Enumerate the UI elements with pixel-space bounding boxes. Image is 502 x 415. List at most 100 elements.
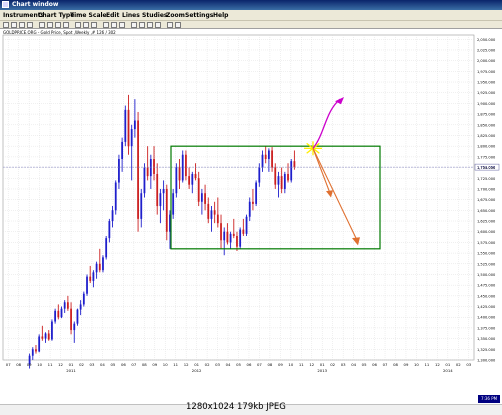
x-tick-label: 10: [288, 362, 293, 367]
candle-body: [76, 309, 79, 324]
bearish-arrow-head-2: [352, 237, 360, 246]
chart-area[interactable]: 1,751.056 2,050.000 2,025.000 2,000.000 1,9…: [0, 29, 502, 404]
x-tick-label: 02: [79, 362, 84, 367]
menu-time-scale[interactable]: Time Scale: [70, 10, 107, 21]
scroll-left-icon[interactable]: [167, 22, 173, 28]
candle-body: [153, 159, 155, 174]
candle-body: [146, 167, 149, 177]
menu-help[interactable]: Help: [213, 10, 228, 21]
menu-chart-type[interactable]: Chart Type: [38, 10, 74, 21]
bar-chart-icon[interactable]: [75, 22, 81, 28]
y-tick-label: 1,800.000: [477, 145, 496, 149]
price-chart[interactable]: 1,751.056 2,050.0002,025.0002,000.0001,9…: [0, 29, 502, 404]
scroll-right-icon[interactable]: [175, 22, 181, 28]
x-tick-label: 12: [184, 362, 189, 367]
candle-body: [264, 154, 267, 160]
candle-body: [175, 167, 178, 194]
candle-body: [255, 182, 258, 204]
x-tick-label: 11: [173, 362, 178, 367]
candle-body: [35, 349, 37, 352]
x-year-label: 2012: [192, 368, 202, 373]
y-tick-label: 1,400.000: [477, 316, 496, 320]
line-chart-icon[interactable]: [91, 22, 97, 28]
x-tick-label: 11: [299, 362, 304, 367]
bearish-arrow-line-2: [312, 148, 358, 241]
candle-body: [159, 193, 162, 207]
candle-body: [82, 293, 85, 305]
candle-body: [57, 310, 60, 318]
y-tick-label: 1,425.000: [477, 305, 496, 309]
candle-body: [44, 333, 47, 339]
x-tick-label: 10: [414, 362, 419, 367]
candle-body: [258, 167, 261, 183]
y-tick-label: 2,000.000: [477, 59, 496, 63]
x-year-label: 2013: [317, 368, 327, 373]
candle-body: [156, 173, 159, 207]
candle-body: [137, 120, 139, 219]
y-tick-label: 1,600.000: [477, 230, 496, 234]
candle-body: [197, 178, 200, 202]
y-tick-label: 1,900.000: [477, 102, 496, 106]
menu-zoom[interactable]: Zoom: [166, 10, 185, 21]
candle-body: [252, 201, 254, 204]
candle-body: [191, 173, 194, 185]
y-tick-label: 1,475.000: [477, 284, 496, 288]
zoom-in-icon[interactable]: [19, 22, 25, 28]
candle-body: [261, 154, 264, 168]
y-tick-label: 1,825.000: [477, 134, 496, 138]
y-tick-label: 1,525.000: [477, 262, 496, 266]
x-tick-label: 09: [27, 362, 32, 367]
x-tick-label: 01: [69, 362, 74, 367]
x-tick-label: 12: [435, 362, 440, 367]
y-tick-label: 1,375.000: [477, 326, 496, 330]
candle-body: [41, 336, 44, 339]
y-tick-label: 1,950.000: [477, 81, 496, 85]
x-tick-label: 08: [267, 362, 272, 367]
save-icon[interactable]: [131, 22, 137, 28]
y-tick-label: 1,875.000: [477, 113, 496, 117]
candle-body: [220, 223, 222, 241]
candle-body: [149, 159, 152, 177]
caption-dimensions: 1280x1024: [186, 402, 235, 412]
menu-edit[interactable]: Edit: [106, 10, 119, 21]
candle-body: [216, 214, 219, 224]
toolbar: [0, 21, 502, 29]
x-tick-label: 10: [37, 362, 42, 367]
menu-settings[interactable]: Settings: [185, 10, 213, 21]
line-tool-icon[interactable]: [39, 22, 45, 28]
y-tick-label: 1,575.000: [477, 241, 496, 245]
zoom-out-icon[interactable]: [27, 22, 33, 28]
settings-icon[interactable]: [139, 22, 145, 28]
candle-body: [280, 176, 283, 189]
candle-body: [271, 150, 273, 168]
scale-icon[interactable]: [155, 22, 161, 28]
grid-icon[interactable]: [147, 22, 153, 28]
candle-chart-icon[interactable]: [83, 22, 89, 28]
menu-lines[interactable]: Lines: [122, 10, 140, 21]
color-icon[interactable]: [111, 22, 117, 28]
pointer-tool-icon[interactable]: [3, 22, 9, 28]
x-tick-label: 11: [424, 362, 429, 367]
y-tick-label: 1,300.000: [477, 359, 496, 363]
indicator-icon[interactable]: [103, 22, 109, 28]
menu-bar: Instruments Chart Type Time Scale Edit L…: [0, 10, 502, 21]
x-tick-label: 08: [142, 362, 147, 367]
crosshair-tool-icon[interactable]: [11, 22, 17, 28]
x-tick-label: 04: [226, 362, 231, 367]
candle-body: [172, 193, 175, 215]
rectangle-tool-icon[interactable]: [55, 22, 61, 28]
x-tick-label: 03: [466, 362, 471, 367]
text-tool-icon[interactable]: [63, 22, 69, 28]
candle-body: [185, 154, 187, 177]
menu-studies[interactable]: Studies: [142, 10, 167, 21]
trendline-tool-icon[interactable]: [47, 22, 53, 28]
breakout-burst-ray: [306, 147, 314, 154]
x-tick-label: 03: [90, 362, 95, 367]
x-tick-label: 01: [445, 362, 450, 367]
y-tick-label: 1,625.000: [477, 220, 496, 224]
candle-body: [248, 201, 251, 217]
y-tick-label: 1,325.000: [477, 348, 496, 352]
candle-body: [73, 323, 76, 331]
print-icon[interactable]: [119, 22, 125, 28]
candle-body: [54, 310, 57, 322]
